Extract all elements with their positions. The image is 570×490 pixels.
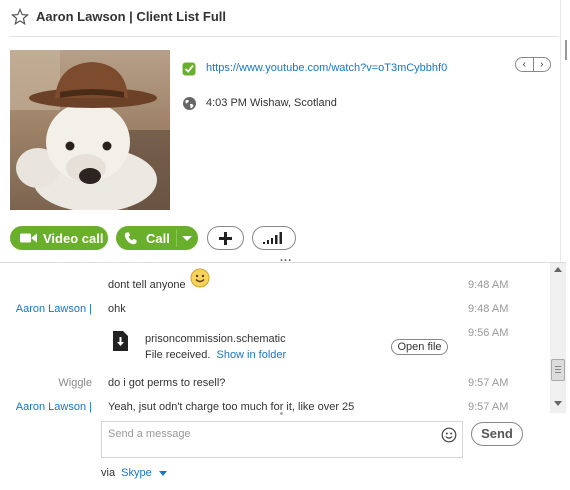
- message-time: 9:57 AM: [468, 377, 509, 389]
- call-quality-button[interactable]: [252, 226, 296, 250]
- conversation-title: Aaron Lawson | Client List Full: [36, 9, 226, 24]
- smiley-icon: [190, 268, 210, 288]
- call-button[interactable]: Call: [116, 226, 198, 250]
- resize-handle[interactable]: [565, 40, 569, 60]
- scroll-down-arrow[interactable]: [554, 401, 562, 406]
- scroll-thumb[interactable]: [551, 359, 565, 381]
- divider: [10, 36, 558, 37]
- next-button[interactable]: ›: [532, 58, 551, 71]
- split-divider: [176, 229, 177, 247]
- mood-check-icon: [182, 62, 196, 75]
- video-camera-icon: [20, 233, 37, 243]
- message-sender[interactable]: Aaron Lawson |: [16, 401, 92, 413]
- message-text: do i got perms to resell?: [108, 377, 226, 389]
- message-time: 9:48 AM: [468, 279, 509, 291]
- message-time: 9:48 AM: [468, 303, 509, 315]
- chevron-down-icon[interactable]: [158, 470, 167, 476]
- plus-icon: [219, 231, 232, 245]
- send-button[interactable]: Send: [471, 422, 523, 446]
- emoticon-icon[interactable]: [441, 427, 457, 443]
- file-status: File received. Show in folder: [145, 349, 286, 361]
- globe-icon: [183, 96, 196, 110]
- video-call-label: Video call: [43, 230, 104, 246]
- chat-message: Wiggle do i got perms to resell? 9:57 AM: [0, 377, 550, 397]
- chat-scrollbar[interactable]: [550, 263, 566, 413]
- message-input[interactable]: [108, 428, 428, 440]
- via-label: via: [101, 467, 116, 479]
- chat-message: Aaron Lawson | ohk 9:48 AM: [0, 303, 550, 323]
- divider: [560, 0, 561, 262]
- profile-pager: ‹ ›: [515, 57, 551, 72]
- message-text: dont tell anyone: [108, 279, 186, 291]
- chat-message: dont tell anyone 9:48 AM: [0, 279, 550, 299]
- chat-message: Aaron Lawson | Yeah, jsut odn't charge t…: [0, 401, 550, 413]
- previous-button[interactable]: ‹: [516, 58, 533, 71]
- local-time-location: 4:03 PM Wishaw, Scotland: [206, 97, 337, 109]
- phone-icon: [124, 232, 137, 244]
- scroll-up-arrow[interactable]: [554, 267, 562, 272]
- typing-indicator: [280, 412, 283, 415]
- video-call-button[interactable]: Video call: [10, 226, 108, 250]
- location-row: 4:03 PM Wishaw, Scotland: [182, 94, 337, 112]
- mood-message-row: https://www.youtube.com/watch?v=oT3mCybb…: [182, 59, 447, 77]
- file-status-text: File received.: [145, 349, 211, 361]
- message-composer: [101, 421, 463, 458]
- call-label: Call: [146, 230, 170, 246]
- contact-avatar: [10, 50, 170, 210]
- file-name: prisoncommission.schematic: [145, 333, 286, 345]
- message-time: 9:56 AM: [468, 327, 509, 339]
- file-download-icon: [113, 331, 128, 351]
- mood-link[interactable]: https://www.youtube.com/watch?v=oT3mCybb…: [206, 62, 447, 74]
- message-sender[interactable]: Wiggle: [58, 377, 92, 389]
- message-text: Yeah, jsut odn't charge too much for it,…: [108, 401, 355, 413]
- message-text: ohk: [108, 303, 126, 315]
- via-selector: via Skype: [101, 467, 167, 479]
- chevron-down-icon[interactable]: [182, 236, 192, 241]
- show-in-folder-link[interactable]: Show in folder: [216, 349, 286, 361]
- open-file-button[interactable]: Open file: [391, 339, 448, 355]
- message-time: 9:57 AM: [468, 401, 509, 413]
- via-service-link[interactable]: Skype: [121, 467, 152, 479]
- signal-bars-icon: [263, 232, 282, 244]
- message-sender[interactable]: Aaron Lawson |: [16, 303, 92, 315]
- add-participants-button[interactable]: [207, 226, 244, 250]
- star-icon[interactable]: [11, 8, 29, 26]
- title-bar: Aaron Lawson | Client List Full: [0, 0, 570, 38]
